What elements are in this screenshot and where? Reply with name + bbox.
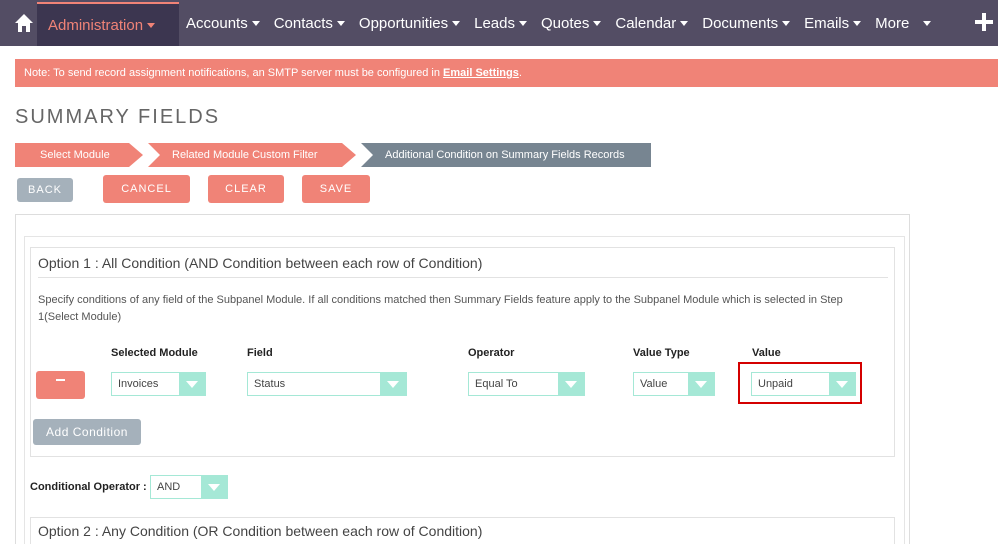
chevron-down-icon [380, 373, 406, 395]
chevron-down-icon [688, 373, 714, 395]
save-button[interactable]: SAVE [302, 175, 370, 203]
conditional-operator-value: AND [157, 481, 181, 493]
email-settings-link[interactable]: Email Settings [443, 67, 519, 79]
nav-item-quotes[interactable]: Quotes [541, 15, 602, 32]
clear-button[interactable]: CLEAR [208, 175, 284, 203]
field-select[interactable]: Status [247, 372, 407, 396]
notice-text: Note: To send record assignment notifica… [24, 67, 440, 79]
chevron-down-icon [782, 21, 791, 27]
top-nav: Administration Accounts Contacts Opportu… [0, 0, 998, 46]
chevron-down-icon [558, 373, 584, 395]
back-button[interactable]: BACK [17, 178, 73, 202]
nav-item-opportunities[interactable]: Opportunities [359, 15, 461, 32]
step-additional-condition[interactable]: Additional Condition on Summary Fields R… [361, 143, 651, 167]
column-value-type: Value Type [633, 347, 690, 359]
nav-item-more[interactable]: More [875, 15, 932, 32]
chevron-down-icon [201, 476, 227, 498]
page-title: SUMMARY FIELDS [15, 106, 221, 128]
chevron-down-icon [147, 22, 156, 28]
field-value: Status [254, 378, 286, 390]
selected-module-value: Invoices [118, 378, 159, 390]
nav-item-leads[interactable]: Leads [474, 15, 527, 32]
chevron-down-icon [923, 21, 932, 27]
value-highlight-box [738, 362, 862, 404]
nav-item-contacts[interactable]: Contacts [274, 15, 345, 32]
option2-panel: Option 2 : Any Condition (OR Condition b… [30, 517, 895, 544]
column-operator: Operator [468, 347, 515, 359]
selected-module-select[interactable]: Invoices [111, 372, 206, 396]
nav-item-calendar[interactable]: Calendar [615, 15, 689, 32]
step-related-module-filter[interactable]: Related Module Custom Filter [148, 143, 356, 167]
column-field: Field [247, 347, 273, 359]
value-type-value: Value [640, 378, 668, 390]
column-value: Value [752, 347, 781, 359]
chevron-down-icon [593, 21, 602, 27]
remove-condition-button[interactable] [36, 371, 85, 399]
home-icon[interactable] [13, 12, 35, 34]
chevron-down-icon [336, 21, 345, 27]
option1-title: Option 1 : All Condition (AND Condition … [38, 255, 483, 271]
option1-description: Specify conditions of any field of the S… [38, 294, 843, 323]
nav-tab-administration-label: Administration [48, 16, 144, 34]
cancel-button[interactable]: CANCEL [103, 175, 190, 203]
divider [38, 277, 888, 278]
nav-item-emails[interactable]: Emails [804, 15, 862, 32]
operator-value: Equal To [475, 378, 518, 390]
notice-suffix: . [518, 67, 522, 79]
chevron-down-icon [251, 21, 260, 27]
value-type-select[interactable]: Value [633, 372, 715, 396]
conditional-operator-select[interactable]: AND [150, 475, 228, 499]
conditional-operator-label: Conditional Operator : [30, 481, 147, 493]
nav-tab-administration[interactable]: Administration [37, 2, 179, 46]
chevron-down-icon [179, 373, 205, 395]
step-select-module[interactable]: Select Module [15, 143, 143, 167]
nav-item-accounts[interactable]: Accounts [186, 15, 260, 32]
option2-title: Option 2 : Any Condition (OR Condition b… [38, 523, 483, 539]
chevron-down-icon [519, 21, 527, 27]
chevron-down-icon [680, 21, 689, 27]
operator-select[interactable]: Equal To [468, 372, 585, 396]
nav-item-documents[interactable]: Documents [702, 15, 791, 32]
column-selected-module: Selected Module [111, 347, 198, 359]
chevron-down-icon [452, 21, 461, 27]
chevron-down-icon [853, 21, 862, 27]
nav-menu: Accounts Contacts Opportunities Leads Qu… [186, 0, 945, 46]
add-condition-button[interactable]: Add Condition [33, 419, 141, 445]
plus-icon[interactable] [974, 12, 994, 32]
smtp-notice: Note: To send record assignment notifica… [15, 59, 998, 87]
